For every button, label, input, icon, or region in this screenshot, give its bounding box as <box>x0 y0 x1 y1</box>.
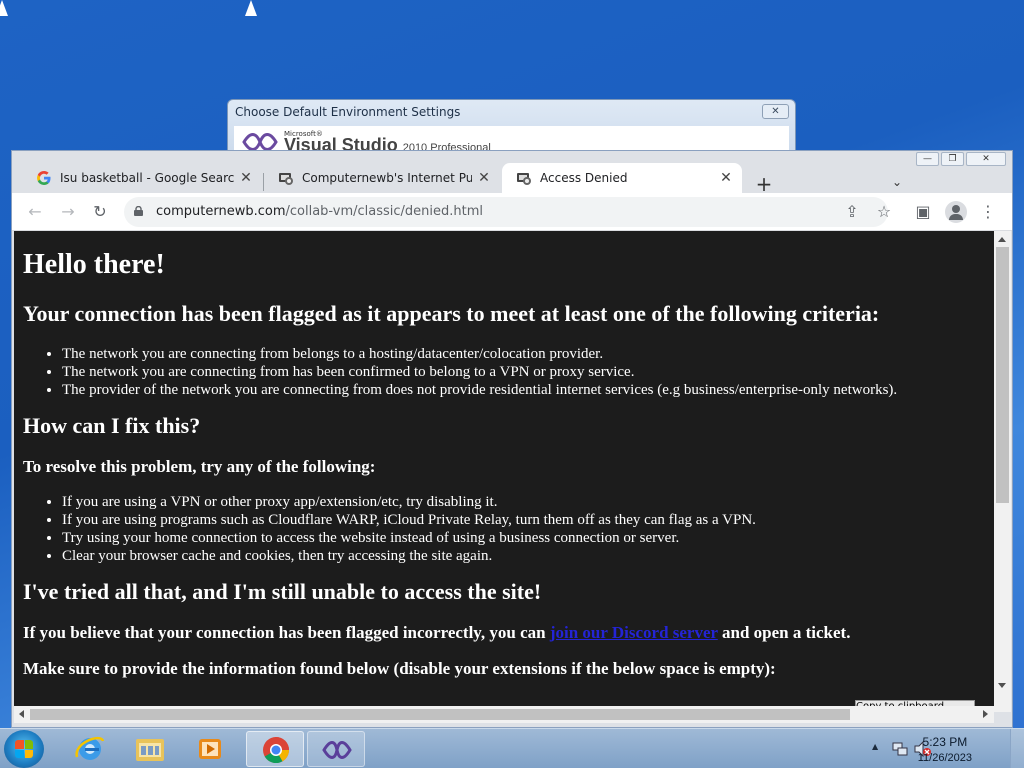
ticket-paragraph: If you believe that your connection has … <box>23 623 851 642</box>
chrome-icon <box>263 737 290 764</box>
scroll-left-icon[interactable] <box>19 710 24 718</box>
list-item: Clear your browser cache and cookies, th… <box>62 547 993 565</box>
page-heading: Hello there! <box>23 249 165 280</box>
tab-label: Isu basketball - Google Search <box>60 171 234 185</box>
scroll-thumb[interactable] <box>996 247 1009 503</box>
info-instruction: Make sure to provide the information fou… <box>23 659 776 678</box>
google-icon <box>37 171 51 185</box>
tab-close-icon[interactable]: ✕ <box>238 170 254 186</box>
mouse-cursor-icon <box>0 0 8 16</box>
list-item: If you are using programs such as Cloudf… <box>62 511 993 529</box>
list-item: The provider of the network you are conn… <box>62 381 993 399</box>
list-item: The network you are connecting from belo… <box>62 345 993 363</box>
mouse-cursor-icon <box>245 0 257 16</box>
system-tray: ▲ 5:23 PM 11/26/2023 <box>864 729 1024 768</box>
vertical-scrollbar[interactable] <box>994 231 1011 712</box>
dialog-close-button[interactable]: ✕ <box>762 104 789 119</box>
clock-time: 5:23 PM <box>922 735 968 749</box>
bookmark-star-icon[interactable]: ☆ <box>873 201 895 223</box>
list-item: If you are using a VPN or other proxy ap… <box>62 493 993 511</box>
tab-close-icon[interactable]: ✕ <box>718 170 734 186</box>
scroll-down-icon[interactable] <box>998 683 1006 688</box>
taskbar-internet-explorer[interactable] <box>61 731 119 767</box>
still-heading: I've tried all that, and I'm still unabl… <box>23 579 542 604</box>
forward-button[interactable]: → <box>57 201 79 223</box>
computernewb-icon <box>279 173 293 185</box>
url-text: computernewb.com/collab-vm/classic/denie… <box>156 204 484 219</box>
chrome-window: — ❐ ✕ Isu basketball - Google Search ✕ C… <box>11 150 1013 728</box>
windows-logo-icon <box>15 740 33 758</box>
criteria-list: The network you are connecting from belo… <box>62 345 993 399</box>
tab-search-button[interactable]: ⌄ <box>892 175 902 189</box>
list-item: Try using your home connection to access… <box>62 529 993 547</box>
tab-label: Computernewb's Internet Pub Hu <box>302 171 472 185</box>
horizontal-scrollbar[interactable] <box>14 706 994 723</box>
computernewb-icon <box>517 173 531 185</box>
criteria-heading: Your connection has been flagged as it a… <box>23 301 880 326</box>
system-clock[interactable]: 5:23 PM 11/26/2023 <box>918 734 972 766</box>
back-button[interactable]: ← <box>24 201 46 223</box>
share-icon[interactable]: ⇪ <box>841 201 863 223</box>
tab-access-denied[interactable]: Access Denied ✕ <box>502 163 742 193</box>
taskbar-chrome[interactable] <box>246 731 304 767</box>
show-desktop-button[interactable] <box>1010 729 1024 768</box>
taskbar: ▲ 5:23 PM 11/26/2023 <box>0 728 1024 768</box>
page-viewport: Hello there! Your connection has been fl… <box>14 231 994 712</box>
page-content: Hello there! Your connection has been fl… <box>23 249 993 679</box>
scroll-up-icon[interactable] <box>998 237 1006 242</box>
fix-subheading: To resolve this problem, try any of the … <box>23 457 376 476</box>
dialog-title: Choose Default Environment Settings <box>235 105 461 119</box>
taskbar-visual-studio[interactable] <box>307 731 365 767</box>
media-player-icon <box>199 739 221 759</box>
clock-date: 11/26/2023 <box>917 752 972 764</box>
tab-label: Access Denied <box>540 171 628 185</box>
lock-icon <box>134 206 143 216</box>
browser-toolbar: ← → ↻ computernewb.com/collab-vm/classic… <box>12 193 1012 231</box>
folder-icon <box>136 739 164 761</box>
internet-explorer-icon <box>75 736 105 760</box>
show-hidden-icons-button[interactable]: ▲ <box>872 742 878 751</box>
profile-avatar-icon[interactable] <box>945 201 967 223</box>
tab-strip: Isu basketball - Google Search ✕ Compute… <box>12 159 1012 195</box>
reload-button[interactable]: ↻ <box>89 201 111 223</box>
new-tab-button[interactable]: + <box>752 173 776 195</box>
scroll-thumb[interactable] <box>30 709 850 720</box>
taskbar-file-explorer[interactable] <box>121 731 179 767</box>
chrome-menu-icon[interactable]: ⋮ <box>977 201 999 223</box>
network-icon[interactable] <box>892 741 908 757</box>
tab-computernewb-pub[interactable]: Computernewb's Internet Pub Hu ✕ <box>264 163 500 193</box>
discord-link[interactable]: join our Discord server <box>550 623 718 642</box>
fix-heading: How can I fix this? <box>23 413 201 438</box>
tab-google-search[interactable]: Isu basketball - Google Search ✕ <box>22 163 262 193</box>
fix-list: If you are using a VPN or other proxy ap… <box>62 493 993 565</box>
list-item: The network you are connecting from has … <box>62 363 993 381</box>
side-panel-icon[interactable]: ▣ <box>912 201 934 223</box>
start-button[interactable] <box>4 730 44 768</box>
scroll-right-icon[interactable] <box>983 710 988 718</box>
visual-studio-icon <box>322 741 352 759</box>
tab-close-icon[interactable]: ✕ <box>476 170 492 186</box>
address-bar[interactable]: computernewb.com/collab-vm/classic/denie… <box>124 197 891 227</box>
visual-studio-logo-icon <box>242 133 278 151</box>
taskbar-media-player[interactable] <box>181 731 239 767</box>
